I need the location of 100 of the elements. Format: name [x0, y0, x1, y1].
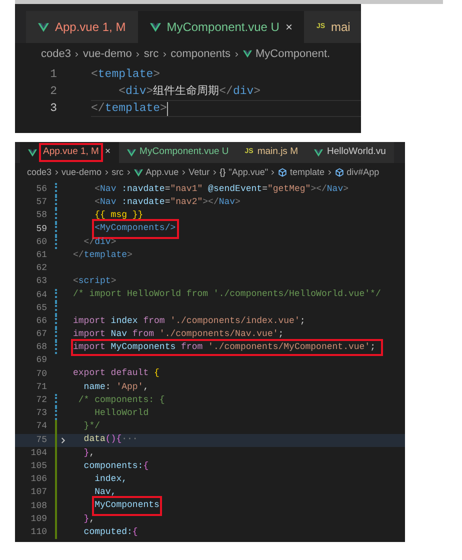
chevron-right-icon — [104, 169, 109, 176]
code-token: components: — [82, 460, 144, 473]
breadcrumb-item[interactable]: src — [144, 46, 159, 62]
editor-tab[interactable]: App.vue 1, M — [26, 11, 138, 43]
code-token: Nav — [100, 196, 116, 210]
breadcrumb-item[interactable]: vue-demo — [82, 46, 132, 62]
code-token: from — [143, 314, 165, 328]
chevron-right-icon — [234, 50, 239, 58]
breadcrumb-item[interactable]: Vetur — [188, 166, 210, 180]
chevron-right-icon — [328, 169, 332, 176]
tab-label: main.js M — [257, 145, 298, 160]
editor-tab[interactable]: MyComponent.vue U — [118, 142, 237, 163]
cube-icon — [278, 168, 288, 177]
code-token: </ — [82, 236, 95, 249]
code-token: }*/ — [82, 420, 100, 434]
chevron-right-icon — [212, 169, 217, 176]
tab-label: mai — [331, 19, 350, 36]
code-token: './components/index.vue' — [169, 314, 300, 328]
chevron-right-icon — [74, 50, 79, 58]
symbol-icon: {} — [220, 166, 226, 180]
close-icon[interactable]: × — [104, 145, 111, 160]
breadcrumb-item[interactable]: src — [112, 166, 124, 180]
tab-label: App.vue 1, M — [55, 19, 126, 36]
code-token: { — [143, 460, 149, 473]
code-token: = — [262, 182, 268, 196]
code-token: './components/Nav.vue' — [158, 328, 278, 341]
code-token: script — [78, 275, 111, 288]
code-token: = — [164, 196, 170, 210]
code-token: div — [126, 84, 146, 100]
code-token: {{ msg }} — [94, 209, 144, 222]
code-token: :navdate — [120, 182, 165, 196]
code-token: <MyComponents/> — [94, 222, 176, 236]
editor-tab[interactable]: HelloWorld.vu — [306, 142, 394, 163]
close-icon[interactable]: × — [285, 18, 292, 36]
code-token: </ — [91, 100, 105, 117]
breadcrumb-item[interactable]: components — [170, 46, 231, 62]
chevron-right-icon — [271, 169, 276, 176]
code-token: > — [127, 248, 132, 262]
code-token: = — [164, 182, 170, 196]
code-token: ; — [370, 341, 376, 354]
vue-icon — [134, 168, 143, 176]
code-token: , — [89, 446, 95, 460]
breadcrumb-item[interactable]: code3 — [27, 166, 52, 180]
editor-tab[interactable]: App.vue 1, M × — [20, 142, 119, 163]
code-token: > — [153, 66, 160, 83]
line-number: 109 — [30, 512, 48, 526]
code-token: > — [110, 275, 116, 288]
code-token: > — [254, 84, 261, 100]
code-token: data — [82, 433, 106, 446]
code-token: < — [73, 275, 78, 288]
code-token: : — [105, 380, 112, 394]
code-token: 'App' — [116, 380, 144, 394]
code-token: computed: — [82, 526, 132, 539]
vue-icon — [242, 50, 252, 58]
chevron-right-icon — [136, 50, 140, 58]
code-token: </ — [73, 248, 84, 262]
code-token: < — [91, 66, 98, 83]
line-number: 75 — [35, 434, 48, 447]
chevron-right-icon — [182, 169, 186, 176]
code-token: > — [146, 84, 154, 100]
code-token: > — [343, 182, 348, 196]
breadcrumb-item[interactable]: vue-demo — [62, 166, 102, 180]
code-token: HelloWorld — [94, 407, 149, 420]
code-token: ></ — [202, 196, 219, 210]
breadcrumb-item[interactable]: template — [290, 166, 325, 180]
line-number: 63 — [35, 275, 48, 288]
code-token: template — [104, 100, 160, 117]
line-number: 1 — [49, 67, 57, 83]
code-token: index, — [94, 472, 128, 486]
line-number: 64 — [35, 288, 48, 302]
code-token: "nav2" — [170, 196, 203, 210]
fold-chevron-icon[interactable] — [61, 436, 66, 444]
code-token: Nav — [218, 196, 236, 210]
line-number: 68 — [35, 341, 48, 354]
code-token: /* components: { — [77, 394, 165, 407]
code-token: Nav — [100, 182, 116, 196]
code-token: ; — [300, 314, 306, 328]
line-number: 71 — [35, 380, 48, 394]
line-number: 69 — [35, 354, 48, 368]
code-token: < — [118, 84, 126, 100]
code-token: div — [94, 236, 111, 249]
editor-tab[interactable]: MyComponent.vue U × — [138, 11, 304, 43]
tab-label: MyComponent.vue U — [166, 19, 280, 36]
code-token: MyComponents — [110, 341, 177, 354]
breadcrumb-item[interactable]: code3 — [41, 46, 71, 62]
breadcrumb-item[interactable]: "App.vue" — [228, 166, 268, 180]
line-number: 62 — [35, 262, 48, 276]
line-number: 110 — [30, 526, 48, 539]
breadcrumb-item[interactable]: MyComponent. — [256, 46, 330, 62]
line-number: 106 — [30, 473, 48, 486]
code-token: index — [110, 314, 139, 328]
code-token: { — [132, 526, 138, 539]
code-token: './components/MyComponent.vue' — [207, 341, 370, 354]
line-number: 70 — [35, 368, 48, 381]
cube-icon — [334, 168, 344, 177]
breadcrumb-item[interactable]: div#App — [346, 166, 380, 180]
code-token: /* import HelloWorld from './components/HelloWorld.vue'*/ — [73, 288, 381, 302]
chevron-right-icon — [162, 50, 167, 58]
breadcrumb-item[interactable]: App.vue — [146, 166, 179, 180]
code-token: "getMeg" — [267, 182, 311, 196]
